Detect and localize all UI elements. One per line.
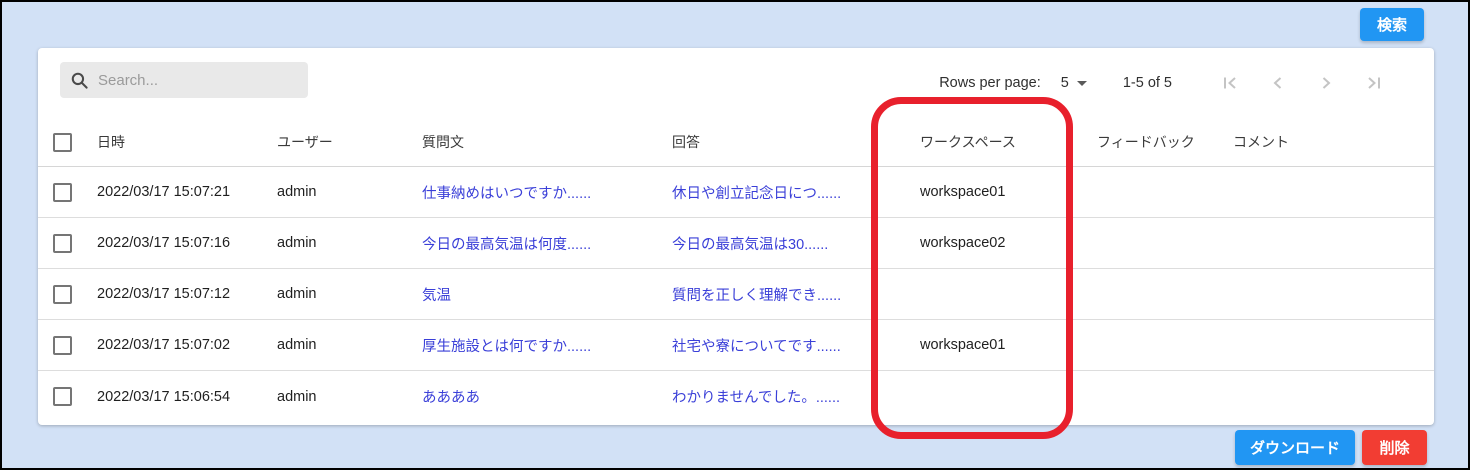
delete-button[interactable]: 削除 [1362, 430, 1427, 465]
column-header-datetime: 日時 [97, 132, 277, 152]
table-row: 2022/03/17 15:07:02 admin 厚生施設とは何ですか....… [38, 320, 1434, 371]
cell-question-link[interactable]: 厚生施設とは何ですか...... [422, 335, 672, 356]
cell-answer-link[interactable]: 質問を正しく理解でき...... [672, 284, 920, 305]
column-header-comment: コメント [1233, 132, 1434, 152]
table-header-row: 日時 ユーザー 質問文 回答 ワークスペース フィードバック コメント [38, 118, 1434, 167]
last-page-button[interactable] [1362, 71, 1386, 95]
cell-user: admin [277, 389, 422, 405]
table-toolbar: Rows per page: 5 1-5 of 5 [38, 48, 1434, 118]
cell-answer-link[interactable]: 社宅や寮についてです...... [672, 335, 920, 356]
first-page-button[interactable] [1218, 71, 1242, 95]
cell-user: admin [277, 286, 422, 302]
table-row: 2022/03/17 15:07:12 admin 気温 質問を正しく理解でき.… [38, 269, 1434, 320]
cell-question-link[interactable]: 気温 [422, 284, 672, 305]
data-table: 日時 ユーザー 質問文 回答 ワークスペース フィードバック コメント 2022… [38, 118, 1434, 422]
page-range-label: 1-5 of 5 [1123, 75, 1172, 91]
first-page-icon [1218, 71, 1242, 95]
rows-per-page-value: 5 [1061, 75, 1069, 91]
column-header-user: ユーザー [277, 132, 422, 152]
table-row: 2022/03/17 15:07:21 admin 仕事納めはいつですか....… [38, 167, 1434, 218]
search-input[interactable] [98, 72, 298, 89]
rows-per-page-label: Rows per page: [939, 75, 1041, 91]
table-row: 2022/03/17 15:06:54 admin ああああ わかりませんでした… [38, 371, 1434, 422]
download-button[interactable]: ダウンロード [1235, 430, 1355, 465]
cell-user: admin [277, 184, 422, 200]
cell-datetime: 2022/03/17 15:06:54 [97, 389, 277, 405]
cell-answer-link[interactable]: 今日の最高気温は30...... [672, 233, 920, 254]
cell-answer-link[interactable]: わかりませんでした。...... [672, 386, 920, 407]
search-icon [70, 71, 89, 90]
cell-user: admin [277, 235, 422, 251]
cell-datetime: 2022/03/17 15:07:02 [97, 337, 277, 353]
last-page-icon [1362, 71, 1386, 95]
rows-per-page-select[interactable]: 5 [1061, 75, 1087, 91]
column-header-question: 質問文 [422, 132, 672, 152]
row-checkbox[interactable] [53, 234, 72, 253]
cell-workspace: workspace01 [920, 337, 1097, 353]
search-box[interactable] [60, 62, 308, 98]
column-header-answer: 回答 [672, 132, 920, 152]
row-checkbox[interactable] [53, 183, 72, 202]
cell-datetime: 2022/03/17 15:07:21 [97, 184, 277, 200]
pagination-buttons [1194, 71, 1386, 95]
chevron-right-icon [1314, 71, 1338, 95]
pagination-bar: Rows per page: 5 1-5 of 5 [939, 48, 1386, 118]
table-row: 2022/03/17 15:07:16 admin 今日の最高気温は何度....… [38, 218, 1434, 269]
row-checkbox[interactable] [53, 285, 72, 304]
app-window: 検索 Rows per page: 5 1-5 of 5 [0, 0, 1470, 470]
column-header-feedback: フィードバック [1097, 132, 1233, 152]
row-checkbox[interactable] [53, 336, 72, 355]
next-page-button[interactable] [1314, 71, 1338, 95]
column-header-workspace: ワークスペース [920, 132, 1097, 152]
cell-user: admin [277, 337, 422, 353]
chevron-down-icon [1077, 81, 1087, 86]
cell-question-link[interactable]: 今日の最高気温は何度...... [422, 233, 672, 254]
chevron-left-icon [1266, 71, 1290, 95]
cell-question-link[interactable]: 仕事納めはいつですか...... [422, 182, 672, 203]
cell-datetime: 2022/03/17 15:07:16 [97, 235, 277, 251]
previous-page-button[interactable] [1266, 71, 1290, 95]
cell-workspace: workspace02 [920, 235, 1097, 251]
data-table-card: Rows per page: 5 1-5 of 5 [38, 48, 1434, 425]
search-button[interactable]: 検索 [1360, 8, 1424, 41]
row-checkbox[interactable] [53, 387, 72, 406]
select-all-checkbox[interactable] [53, 133, 72, 152]
cell-question-link[interactable]: ああああ [422, 386, 672, 407]
cell-datetime: 2022/03/17 15:07:12 [97, 286, 277, 302]
cell-answer-link[interactable]: 休日や創立記念日につ...... [672, 182, 920, 203]
cell-workspace: workspace01 [920, 184, 1097, 200]
